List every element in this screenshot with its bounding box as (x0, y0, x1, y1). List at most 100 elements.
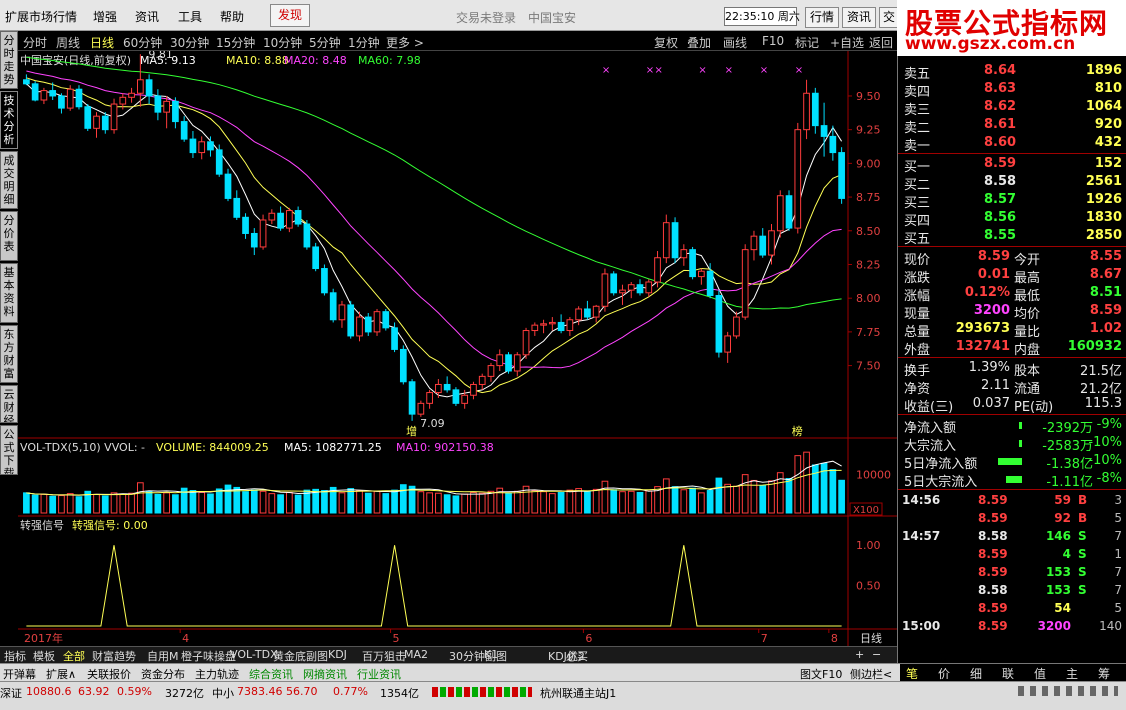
candle-body (820, 125, 828, 137)
news-tab-digest[interactable]: 网摘资讯 (303, 666, 347, 682)
chart-tool-4[interactable]: F10 (762, 34, 784, 48)
detail-tab-5[interactable]: 值 (1034, 665, 1046, 682)
chart-tool-5[interactable]: 标记 (795, 34, 819, 51)
tick-side: S (1078, 583, 1087, 597)
chart-tool-2[interactable]: 叠加 (687, 34, 711, 51)
bid-row: 买三 8.57 1926 (898, 191, 1126, 211)
sz-pct: 0.59% (117, 685, 152, 698)
candle-body (522, 330, 530, 356)
period-tab-1[interactable]: 分时 (23, 34, 47, 51)
volume-bar (23, 492, 30, 514)
side-tab-2[interactable]: 技 术 分 析 (0, 91, 18, 149)
trade-button[interactable]: 交 (879, 7, 899, 28)
y-tick-label: 9.00 (856, 157, 881, 170)
detail-tab-4[interactable]: 联 (1002, 665, 1014, 682)
danmaku-button[interactable]: 开弹幕 (3, 666, 36, 682)
related-quote-button[interactable]: 关联报价 (87, 666, 131, 682)
indicator-tab-15[interactable]: 必买 (566, 648, 588, 664)
side-tab-1[interactable]: 分 时 走 势 (0, 31, 18, 89)
side-tab-4[interactable]: 分 价 表 (0, 211, 18, 261)
volume-bar (128, 492, 135, 514)
x-tick-label: 6 (585, 632, 592, 645)
indicator-tab-1[interactable]: 指标 (4, 648, 26, 664)
chart-tool-1[interactable]: 复权 (654, 34, 678, 51)
panel-minus-icon[interactable]: − (872, 648, 881, 661)
side-tab-6[interactable]: 东 方 财 富 (0, 325, 18, 383)
menu-help[interactable]: 帮助 (220, 8, 244, 25)
indicator-tab-3[interactable]: 全部 (63, 648, 85, 664)
chart-tool-6[interactable]: +自选 (830, 34, 864, 51)
menu-news[interactable]: 资讯 (135, 8, 159, 25)
news-tab-industry[interactable]: 行业资讯 (357, 666, 401, 682)
chart-area[interactable]: 9.50 9.25 9.00 8.75 8.50 8.25 8.00 7.75 7.50 中国宝安… (18, 51, 897, 646)
expand-button[interactable]: 扩展∧ (46, 666, 76, 682)
volume-bar (452, 495, 460, 514)
indicator-tab-4[interactable]: 财富趋势 (92, 648, 136, 664)
period-tab-7[interactable]: 10分钟 (263, 34, 302, 51)
side-tab-3[interactable]: 成 交 明 细 (0, 151, 18, 209)
indicator-tab-2[interactable]: 模板 (33, 648, 55, 664)
candle (505, 352, 512, 374)
bid-price: 8.58 (984, 174, 1017, 189)
news-tab-general[interactable]: 综合资讯 (249, 666, 293, 682)
candle-body (110, 103, 118, 131)
indicator-tab-11[interactable]: MA2 (404, 648, 428, 661)
candle-body (294, 210, 302, 225)
menu-enhance[interactable]: 增强 (93, 8, 117, 25)
menu-discover[interactable]: 发现 (270, 4, 310, 27)
indicator-tab-8[interactable]: 黄金底副图 (273, 648, 328, 664)
flow-bar (998, 458, 1022, 465)
sidebar-toggle[interactable]: 侧边栏< (850, 666, 892, 682)
stat-row: 外盘 132741 内盘 160932 (898, 338, 1126, 358)
period-tab-8[interactable]: 5分钟 (309, 34, 341, 51)
fund-value: 1.39% (968, 360, 1010, 375)
indicator-tab-9[interactable]: KDJ (328, 648, 347, 661)
tick-volume: 54 (1054, 601, 1071, 615)
indicator-tab-6[interactable]: 橙子味操盘 (181, 648, 236, 664)
period-tab-3[interactable]: 日线 (90, 34, 114, 51)
fund-distribution-button[interactable]: 资金分布 (141, 666, 185, 682)
detail-tab-7[interactable]: 筹 (1098, 665, 1110, 682)
stat-row: 现价 8.59 今开 8.55 (898, 248, 1126, 268)
quote-button[interactable]: 行情 (805, 7, 839, 28)
detail-tab-1[interactable]: 笔 (906, 665, 918, 682)
side-tab-8[interactable]: 公 式 下 载 (0, 425, 18, 475)
period-tab-4[interactable]: 60分钟 (123, 34, 162, 51)
period-tab-6[interactable]: 15分钟 (216, 34, 255, 51)
signal-mark: × (602, 65, 610, 76)
ask-volume: 1896 (1085, 63, 1122, 78)
detail-tab-3[interactable]: 细 (970, 665, 982, 682)
period-tab-9[interactable]: 1分钟 (348, 34, 380, 51)
period-tab-10[interactable]: 更多 > (386, 34, 424, 51)
candle (601, 268, 609, 312)
flow-pct: -8% (1096, 471, 1122, 486)
period-tab-5[interactable]: 30分钟 (170, 34, 209, 51)
indicator-tab-10[interactable]: 百万狙击 (362, 648, 406, 664)
side-tab-7[interactable]: 云 财 经 (0, 385, 18, 423)
stat-value: 8.55 (1089, 249, 1122, 264)
indicator-tab-12[interactable]: 30分钟副图 (449, 648, 507, 664)
ask-row: 卖三 8.62 1064 (898, 98, 1126, 118)
chart-tool-7[interactable]: 返回 (869, 34, 893, 51)
f10-button[interactable]: 图文F10 (800, 666, 842, 682)
indicator-tab-5[interactable]: 自用M (147, 648, 179, 664)
menu-tools[interactable]: 工具 (178, 8, 202, 25)
menu-extended-market[interactable]: 扩展市场行情 (5, 8, 77, 25)
sz-amount: 3272亿 (165, 687, 204, 700)
period-tab-2[interactable]: 周线 (56, 34, 80, 51)
chart-tool-3[interactable]: 画线 (723, 34, 747, 51)
detail-tab-2[interactable]: 价 (938, 665, 950, 682)
side-tabs: 分 时 走 势技 术 分 析成 交 明 细分 价 表基 本 资 料东 方 财 富… (0, 31, 18, 663)
panel-plus-icon[interactable]: + (855, 648, 864, 661)
main-track-button[interactable]: 主力轨迹 (195, 666, 239, 682)
zx-amount: 1354亿 (380, 687, 419, 700)
fund-label: PE(动) (1014, 400, 1054, 415)
side-tab-5[interactable]: 基 本 资 料 (0, 263, 18, 323)
volume-bar (49, 495, 57, 514)
volume-bar (154, 493, 162, 514)
detail-tab-6[interactable]: 主 (1066, 665, 1078, 682)
indicator-tab-7[interactable]: VOL-TDX (230, 648, 278, 661)
candle (408, 379, 416, 421)
news-button[interactable]: 资讯 (842, 7, 876, 28)
indicator-tab-13[interactable]: K1 (484, 648, 498, 661)
